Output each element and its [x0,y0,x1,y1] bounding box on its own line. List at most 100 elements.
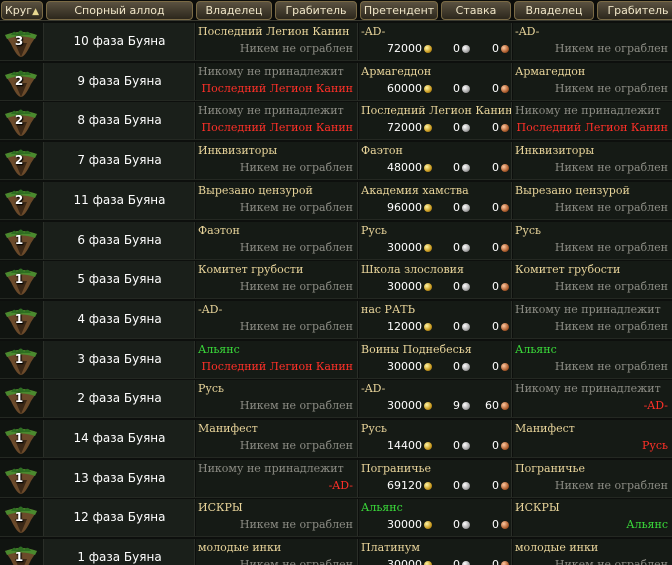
allod-cell: 3 фаза Буяна [44,340,195,378]
robber-name: Никем не ограблен [239,558,353,565]
owner-cell: Манифест Никем не ограблен [196,420,358,457]
bid-copper-value: 0 [492,478,499,492]
table-row[interactable]: 1 12 фаза Буяна ИСКРЫ Никем не ограблен Алья… [0,498,672,538]
pretender-cell: Академия хамства 96000 0 0 [359,181,512,219]
allod-sort-button[interactable]: Спорный аллод [46,1,193,20]
allod-cell: 2 фаза Буяна [44,380,195,418]
owner2-cell: Никому не принадлежит Последний Легион Ка… [513,102,672,140]
bid-copper: 0 [492,479,509,492]
round-cell: 1 [0,459,44,497]
bid-gold: 60000 [387,82,432,95]
allod-cell: 12 фаза Буяна [44,499,195,537]
robber2-name: Русь [641,439,668,452]
silver-coin-icon [462,442,470,450]
table-row[interactable]: 2 7 фаза Буяна Инквизиторы Никем не ограбле… [0,141,672,181]
owner-name: Фаэтон [198,223,240,237]
allod-name: 4 фаза Буяна [77,311,162,326]
bid-gold-value: 96000 [387,200,422,214]
owner2-cell: Манифест Русь [513,420,672,457]
copper-coin-icon [501,45,509,53]
bid-copper-value: 0 [492,558,499,565]
bid-copper: 60 [485,399,509,412]
silver-coin-icon [462,362,470,371]
bid-gold: 30000 [387,280,432,293]
bid-gold: 12000 [387,320,432,333]
bid-copper: 0 [492,558,509,565]
bid-silver-value: 0 [453,359,460,373]
pretender-cell: -AD- 72000 0 0 [359,23,512,60]
bid-gold-value: 48000 [387,161,422,175]
pretender-name: Академия хамства [361,183,469,197]
bid-copper: 0 [492,241,509,254]
copper-coin-icon [501,322,509,331]
table-row[interactable]: 16 фаза Буяна Фаэтон Никем не ограблен Русь… [0,220,672,260]
owner-cell: Никому не принадлежит Последний Легион Ка… [196,102,358,140]
allod-cell: 8 фаза Буяна [44,102,195,140]
pretender-cell: Платинум 30000 0 0 [359,539,512,565]
owner2-sort-button[interactable]: Владелец [514,1,594,20]
table-row[interactable]: 1 1 фаза Буяна молодые инки Никем не ограбл… [0,538,672,565]
bid-silver: 0 [453,320,470,333]
bid-copper: 0 [492,280,509,293]
owner-name: Комитет грубости [198,263,304,277]
robber2-name: Никем не ограблен [554,478,668,492]
bid-sort-button[interactable]: Ставка [441,1,511,20]
table-row[interactable]: 28 фаза Буяна Никому не принадлежит Послед… [0,101,672,141]
copper-coin-icon [501,283,509,292]
owner-cell: Русь Никем не ограблен [196,380,358,418]
silver-coin-icon [462,124,470,133]
owner-name: -AD- [198,302,223,316]
bid-copper-value: 0 [492,319,499,333]
bid-copper-value: 0 [492,81,499,95]
table-row[interactable]: 2 11 фаза Буяна Вырезано цензурой Никем не … [0,180,672,220]
bid-silver: 0 [453,558,470,565]
table-row[interactable]: 1 13 фаза Буяна Никому не принадлежит -AD- П… [0,458,672,498]
pretender-name: Последний Легион Канин [361,104,512,118]
copper-coin-icon [501,203,509,212]
pretender-cell: нас РАТЬ 12000 0 0 [359,300,512,338]
owner2-name: ИСКРЫ [515,501,560,515]
bid-silver: 0 [453,241,470,254]
robber-name: Никем не ограблен [239,200,353,214]
gold-coin-icon [424,124,432,133]
gold-coin-icon [424,203,432,212]
round-number: 1 [14,510,24,525]
round-cell: 1 [0,261,44,299]
robber-name: Последний Легион Канин [201,81,353,95]
bid-silver: 0 [453,518,470,531]
robber-sort-button[interactable]: Грабитель [275,1,357,20]
table-row[interactable]: 3 10 фаза Буяна Последний Легион Канин Нике… [0,22,672,61]
owner2-cell: Альянс Никем не ограблен [513,340,672,378]
bid-silver-value: 0 [453,161,460,175]
round-sort-button[interactable]: Круг▲ [1,1,43,20]
table-row[interactable]: 1 5 фаза Буяна Комитет грубости Никем не ог… [0,260,672,300]
table-row[interactable]: 1 3 фаза Буяна Альянс Последний Легион Кани… [0,339,672,379]
pretender-name: Русь [361,223,388,237]
silver-coin-icon [462,84,470,93]
owner-cell: Фаэтон Никем не ограблен [196,221,358,259]
bid-copper-value: 0 [492,439,499,452]
bid-copper-value: 0 [492,240,499,254]
table-row[interactable]: 1 4 фаза Буяна -AD- Никем не ограблен нас РА… [0,299,672,339]
allod-cell: 4 фаза Буяна [44,300,195,338]
allod-name: 13 фаза Буяна [73,470,166,485]
table-row[interactable]: 1 14 фаза Буяна Манифест Никем не ограблен Р… [0,419,672,458]
owner2-name: Армагеддон [515,64,586,78]
robber-label: Грабитель [285,4,347,17]
table-row[interactable]: 2 9 фаза Буяна Никому не принадлежит Послед… [0,61,672,101]
bid-silver-value: 0 [453,240,460,254]
round-cell: 1 [0,380,44,418]
table-row[interactable]: 12 фаза Буяна Русь Никем не ограблен -AD- 30… [0,379,672,419]
robber-name: Никем не ограблен [239,42,353,55]
round-number: 1 [14,311,24,326]
round-cell: 3 [0,23,44,60]
bid-gold-value: 14400 [387,439,422,452]
robber2-sort-button[interactable]: Грабитель [597,1,672,20]
owner-sort-button[interactable]: Владелец [196,1,272,20]
round-number: 2 [14,153,24,168]
bid-silver: 0 [453,121,470,134]
bid-silver: 0 [453,280,470,293]
bid-copper-value: 0 [492,518,499,532]
owner-cell: Вырезано цензурой Никем не ограблен [196,181,358,219]
pretender-sort-button[interactable]: Претендент [360,1,438,20]
